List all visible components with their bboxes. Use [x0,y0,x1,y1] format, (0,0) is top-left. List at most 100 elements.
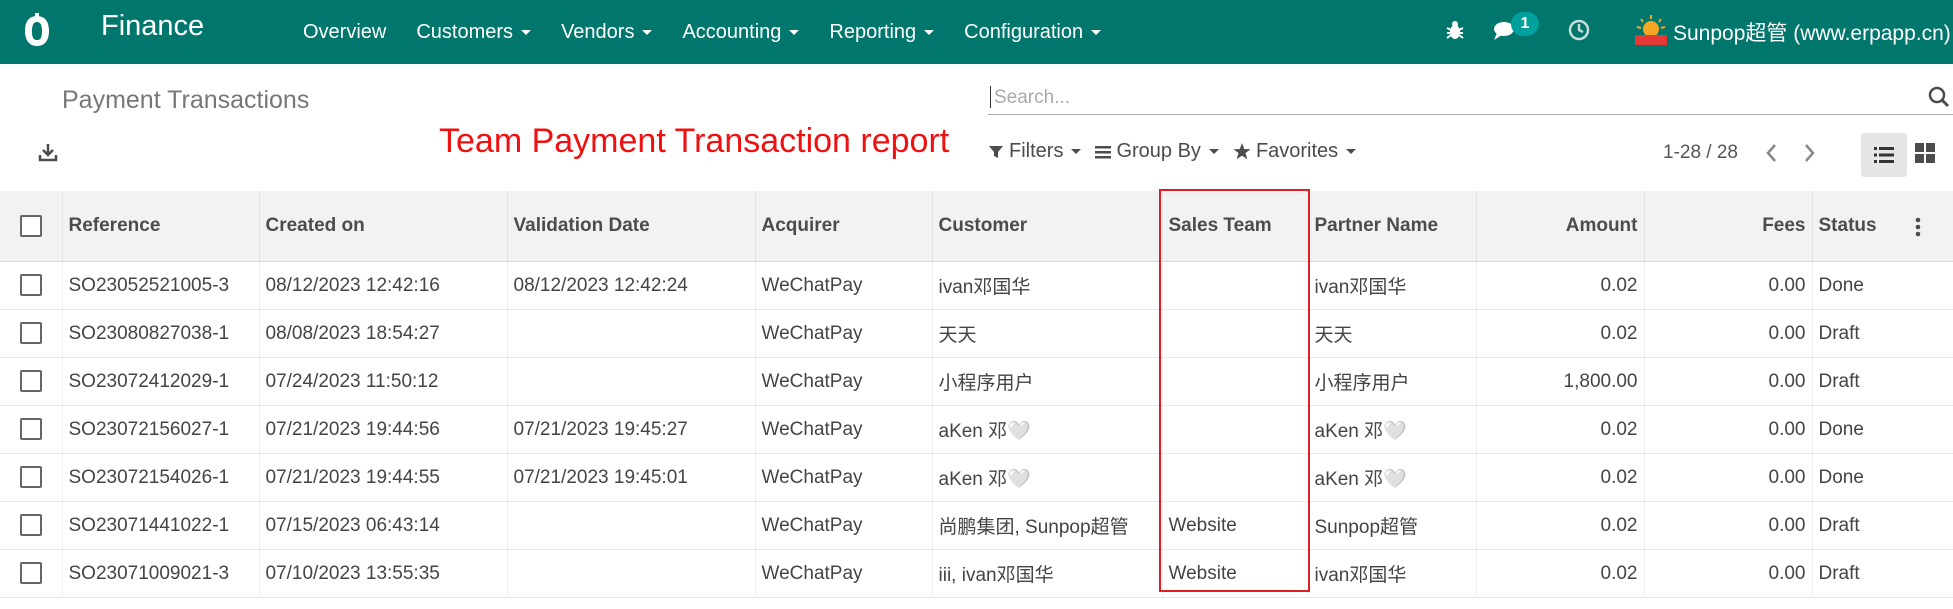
list-view-button[interactable] [1861,133,1907,177]
pager-previous-icon[interactable] [1764,140,1778,166]
cell-reference: SO23052521005-3 [62,261,260,310]
row-select-cell [0,357,63,406]
group-by-label: Group By [1116,140,1201,162]
row-checkbox[interactable] [19,370,42,393]
chevron-down-icon [1346,149,1357,154]
row-checkbox[interactable] [19,322,42,345]
cell-created-on: 08/08/2023 18:54:27 [259,309,508,358]
cell-customer: aKen 邓🤍 [932,453,1163,502]
search-icon[interactable] [1928,86,1950,108]
company-user-menu[interactable]: Sunpop超管 (www.erpapp.cn) [1673,17,1951,47]
cell-customer: ivan邓国华 [932,261,1163,310]
column-header-acquirer[interactable]: Acquirer [755,191,933,262]
cell-created-on: 07/15/2023 06:43:14 [259,501,508,550]
cell-amount: 0.02 [1476,405,1645,454]
cell-amount: 0.02 [1476,549,1645,598]
list-view-icon [1874,147,1894,163]
table-row[interactable]: SO23072154026-1 07/21/2023 19:44:55 07/21/… [0,453,1953,502]
download-icon[interactable] [38,142,58,162]
cell-validation-date [507,357,756,406]
menu-item-reporting[interactable]: Reporting [829,21,935,44]
company-logo-icon [1635,15,1667,45]
cell-acquirer: WeChatPay [755,261,933,310]
menu-item-vendors[interactable]: Vendors [561,20,653,44]
select-all-checkbox[interactable] [19,214,42,237]
row-checkbox[interactable] [19,418,42,441]
menu-item-customers[interactable]: Customers [416,21,532,44]
table-row[interactable]: SO23071441022-1 07/15/2023 06:43:14 WeChat… [0,501,1953,550]
cell-acquirer: WeChatPay [755,357,933,406]
cell-acquirer: WeChatPay [755,453,933,502]
cell-amount: 0.02 [1476,261,1645,310]
pager-next-icon[interactable] [1803,140,1817,166]
cell-amount: 0.02 [1476,309,1645,358]
table-body: SO23052521005-3 08/12/2023 12:42:16 08/12/… [0,261,1953,598]
table-row[interactable]: SO23052521005-3 08/12/2023 12:42:16 08/12/… [0,261,1953,310]
star-icon [1233,143,1251,160]
cell-sales-team [1162,309,1309,358]
filter-icon [989,145,1003,158]
search-options-bar: Filters Group By Favorites [988,140,1370,163]
optional-columns-icon[interactable] [1914,216,1922,238]
cell-acquirer: WeChatPay [755,501,933,550]
search-input[interactable] [992,84,1896,112]
table-row[interactable]: SO23072412029-1 07/24/2023 11:50:12 WeChat… [0,357,1953,406]
column-header-created-on[interactable]: Created on [259,191,508,262]
menu-item-overview[interactable]: Overview [303,21,386,44]
favorites-label: Favorites [1255,140,1339,162]
menu-item-label: Vendors [561,20,635,43]
table-row[interactable]: SO23080827038-1 08/08/2023 18:54:27 WeChat… [0,309,1953,358]
main-menu: Overview Customers Vendors Accounting Report… [303,0,1131,64]
cell-amount: 1,800.00 [1476,357,1645,406]
cell-fees: 0.00 [1644,501,1813,550]
activity-clock-icon[interactable] [1568,19,1590,41]
cell-amount: 0.02 [1476,501,1645,550]
cell-validation-date [507,501,756,550]
cell-acquirer: WeChatPay [755,309,933,358]
cell-sales-team: Website [1162,549,1309,598]
column-header-amount[interactable]: Amount [1476,191,1645,262]
filters-dropdown[interactable]: Filters [988,140,1082,163]
app-name[interactable]: Finance [101,10,204,43]
cell-validation-date: 07/21/2023 19:45:27 [507,405,756,454]
row-checkbox[interactable] [19,562,42,585]
bug-icon[interactable] [1444,19,1466,41]
table-row[interactable]: SO23072156027-1 07/21/2023 19:44:56 07/21/… [0,405,1953,454]
column-header-customer[interactable]: Customer [932,191,1163,262]
cell-status: Draft [1812,357,1953,406]
cell-status: Done [1812,453,1953,502]
table-row[interactable]: SO23071009021-3 07/10/2023 13:55:35 WeChat… [0,549,1953,598]
column-header-validation-date[interactable]: Validation Date [507,191,756,262]
cell-reference: SO23072156027-1 [62,405,260,454]
favorites-dropdown[interactable]: Favorites [1233,140,1357,163]
cell-acquirer: WeChatPay [755,405,933,454]
chevron-down-icon [642,29,653,35]
group-by-icon [1095,145,1112,158]
apps-menu-icon[interactable] [22,13,52,49]
column-header-partner-name[interactable]: Partner Name [1308,191,1477,262]
pager-range[interactable]: 1-28 / 28 [1663,142,1738,164]
page-title: Payment Transactions [62,86,310,114]
row-checkbox[interactable] [19,466,42,489]
row-select-cell [0,309,63,358]
cell-reference: SO23072154026-1 [62,453,260,502]
cell-customer: 尚鹏集团, Sunpop超管 [932,501,1163,550]
column-header-fees[interactable]: Fees [1644,191,1813,262]
transactions-list: Reference Created on Validation Date Acquir… [0,191,1953,598]
kanban-view-icon[interactable] [1915,143,1935,163]
menu-item-accounting[interactable]: Accounting [682,21,800,44]
cell-reference: SO23072412029-1 [62,357,260,406]
menu-item-configuration[interactable]: Configuration [964,21,1102,44]
cell-partner-name: aKen 邓🤍 [1308,405,1477,454]
select-all-cell [0,191,63,262]
column-header-reference[interactable]: Reference [62,191,260,262]
chevron-down-icon [1208,149,1219,154]
chevron-down-icon [924,29,935,35]
row-checkbox[interactable] [19,274,42,297]
group-by-dropdown[interactable]: Group By [1095,140,1219,163]
row-checkbox[interactable] [19,514,42,537]
menu-item-label: Overview [303,20,387,43]
column-header-sales-team[interactable]: Sales Team [1162,191,1309,262]
column-header-status[interactable]: Status [1812,191,1953,262]
messages-count-badge: 1 [1511,12,1539,36]
